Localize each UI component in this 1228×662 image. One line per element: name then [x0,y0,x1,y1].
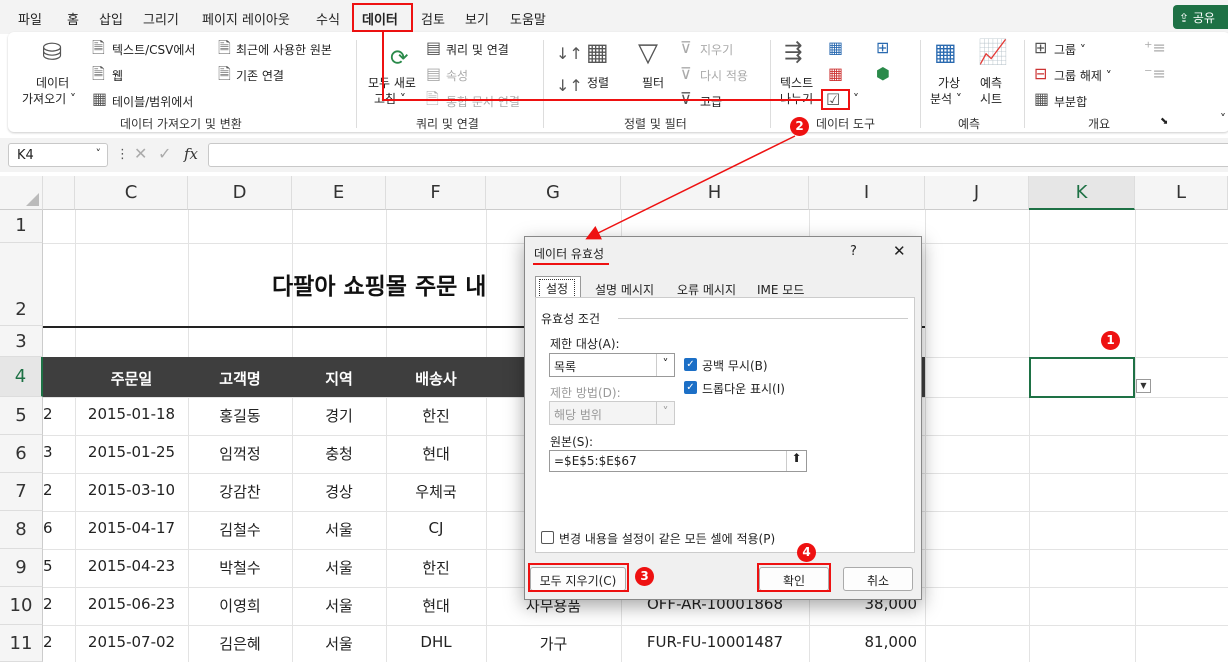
step-badge: 3 [635,567,654,586]
step-badge: 2 [790,117,809,136]
arrow-validation-to-dialog [585,135,796,240]
arrow-data-tab-to-validation [382,32,821,101]
step-badge: 1 [1101,331,1120,350]
annotation-arrows [382,32,821,240]
step-badge: 4 [797,543,816,562]
